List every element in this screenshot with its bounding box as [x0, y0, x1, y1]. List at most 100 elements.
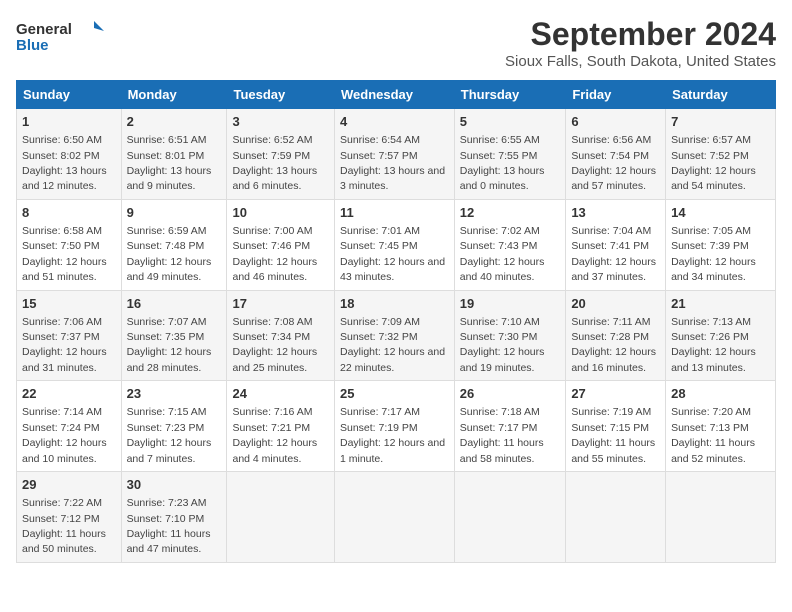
day-number: 19	[460, 295, 561, 313]
day-number: 17	[232, 295, 329, 313]
day-info: Sunrise: 7:14 AMSunset: 7:24 PMDaylight:…	[22, 406, 107, 464]
day-number: 30	[127, 476, 222, 494]
table-row: 28 Sunrise: 7:20 AMSunset: 7:13 PMDaylig…	[666, 381, 776, 472]
day-number: 29	[22, 476, 116, 494]
day-info: Sunrise: 7:02 AMSunset: 7:43 PMDaylight:…	[460, 225, 545, 283]
table-row: 20 Sunrise: 7:11 AMSunset: 7:28 PMDaylig…	[566, 290, 666, 381]
day-number: 21	[671, 295, 770, 313]
header: General Blue September 2024 Sioux Falls,…	[16, 16, 776, 70]
svg-text:Blue: Blue	[16, 37, 49, 54]
header-wednesday: Wednesday	[334, 81, 454, 109]
day-info: Sunrise: 7:08 AMSunset: 7:34 PMDaylight:…	[232, 316, 317, 374]
table-row: 11 Sunrise: 7:01 AMSunset: 7:45 PMDaylig…	[334, 199, 454, 290]
day-info: Sunrise: 7:10 AMSunset: 7:30 PMDaylight:…	[460, 316, 545, 374]
day-number: 22	[22, 385, 116, 403]
day-info: Sunrise: 7:07 AMSunset: 7:35 PMDaylight:…	[127, 316, 212, 374]
day-number: 14	[671, 204, 770, 222]
day-number: 6	[571, 113, 660, 131]
table-row: 18 Sunrise: 7:09 AMSunset: 7:32 PMDaylig…	[334, 290, 454, 381]
day-number: 18	[340, 295, 449, 313]
table-row: 26 Sunrise: 7:18 AMSunset: 7:17 PMDaylig…	[454, 381, 566, 472]
table-row: 23 Sunrise: 7:15 AMSunset: 7:23 PMDaylig…	[121, 381, 227, 472]
day-number: 9	[127, 204, 222, 222]
logo: General Blue	[16, 16, 106, 56]
day-number: 8	[22, 204, 116, 222]
day-number: 28	[671, 385, 770, 403]
day-info: Sunrise: 7:17 AMSunset: 7:19 PMDaylight:…	[340, 406, 445, 464]
title-area: September 2024 Sioux Falls, South Dakota…	[505, 16, 776, 70]
table-row: 12 Sunrise: 7:02 AMSunset: 7:43 PMDaylig…	[454, 199, 566, 290]
table-row	[227, 472, 335, 563]
day-number: 1	[22, 113, 116, 131]
header-tuesday: Tuesday	[227, 81, 335, 109]
table-row: 30 Sunrise: 7:23 AMSunset: 7:10 PMDaylig…	[121, 472, 227, 563]
table-row: 16 Sunrise: 7:07 AMSunset: 7:35 PMDaylig…	[121, 290, 227, 381]
table-row	[454, 472, 566, 563]
day-info: Sunrise: 7:11 AMSunset: 7:28 PMDaylight:…	[571, 316, 656, 374]
table-row: 27 Sunrise: 7:19 AMSunset: 7:15 PMDaylig…	[566, 381, 666, 472]
day-info: Sunrise: 6:59 AMSunset: 7:48 PMDaylight:…	[127, 225, 212, 283]
day-info: Sunrise: 7:00 AMSunset: 7:46 PMDaylight:…	[232, 225, 317, 283]
table-row: 7 Sunrise: 6:57 AMSunset: 7:52 PMDayligh…	[666, 109, 776, 200]
page-subtitle: Sioux Falls, South Dakota, United States	[505, 53, 776, 70]
table-row: 24 Sunrise: 7:16 AMSunset: 7:21 PMDaylig…	[227, 381, 335, 472]
day-info: Sunrise: 7:16 AMSunset: 7:21 PMDaylight:…	[232, 406, 317, 464]
day-info: Sunrise: 6:50 AMSunset: 8:02 PMDaylight:…	[22, 134, 107, 192]
table-row: 2 Sunrise: 6:51 AMSunset: 8:01 PMDayligh…	[121, 109, 227, 200]
table-row: 14 Sunrise: 7:05 AMSunset: 7:39 PMDaylig…	[666, 199, 776, 290]
day-number: 12	[460, 204, 561, 222]
table-row: 5 Sunrise: 6:55 AMSunset: 7:55 PMDayligh…	[454, 109, 566, 200]
day-info: Sunrise: 6:55 AMSunset: 7:55 PMDaylight:…	[460, 134, 545, 192]
day-number: 15	[22, 295, 116, 313]
day-info: Sunrise: 6:57 AMSunset: 7:52 PMDaylight:…	[671, 134, 756, 192]
table-row: 15 Sunrise: 7:06 AMSunset: 7:37 PMDaylig…	[17, 290, 122, 381]
day-info: Sunrise: 7:19 AMSunset: 7:15 PMDaylight:…	[571, 406, 655, 464]
day-info: Sunrise: 7:22 AMSunset: 7:12 PMDaylight:…	[22, 497, 106, 555]
table-row: 1 Sunrise: 6:50 AMSunset: 8:02 PMDayligh…	[17, 109, 122, 200]
header-thursday: Thursday	[454, 81, 566, 109]
calendar-header-row: Sunday Monday Tuesday Wednesday Thursday…	[17, 81, 776, 109]
header-saturday: Saturday	[666, 81, 776, 109]
day-info: Sunrise: 6:52 AMSunset: 7:59 PMDaylight:…	[232, 134, 317, 192]
calendar-week-row: 1 Sunrise: 6:50 AMSunset: 8:02 PMDayligh…	[17, 109, 776, 200]
table-row: 9 Sunrise: 6:59 AMSunset: 7:48 PMDayligh…	[121, 199, 227, 290]
table-row: 19 Sunrise: 7:10 AMSunset: 7:30 PMDaylig…	[454, 290, 566, 381]
calendar-week-row: 15 Sunrise: 7:06 AMSunset: 7:37 PMDaylig…	[17, 290, 776, 381]
day-number: 3	[232, 113, 329, 131]
table-row	[566, 472, 666, 563]
table-row: 10 Sunrise: 7:00 AMSunset: 7:46 PMDaylig…	[227, 199, 335, 290]
day-number: 24	[232, 385, 329, 403]
table-row: 29 Sunrise: 7:22 AMSunset: 7:12 PMDaylig…	[17, 472, 122, 563]
table-row: 8 Sunrise: 6:58 AMSunset: 7:50 PMDayligh…	[17, 199, 122, 290]
day-number: 27	[571, 385, 660, 403]
day-number: 2	[127, 113, 222, 131]
day-info: Sunrise: 7:04 AMSunset: 7:41 PMDaylight:…	[571, 225, 656, 283]
table-row: 22 Sunrise: 7:14 AMSunset: 7:24 PMDaylig…	[17, 381, 122, 472]
day-number: 11	[340, 204, 449, 222]
day-info: Sunrise: 6:51 AMSunset: 8:01 PMDaylight:…	[127, 134, 212, 192]
table-row: 6 Sunrise: 6:56 AMSunset: 7:54 PMDayligh…	[566, 109, 666, 200]
calendar-table: Sunday Monday Tuesday Wednesday Thursday…	[16, 80, 776, 563]
day-number: 23	[127, 385, 222, 403]
table-row: 4 Sunrise: 6:54 AMSunset: 7:57 PMDayligh…	[334, 109, 454, 200]
day-number: 20	[571, 295, 660, 313]
day-number: 5	[460, 113, 561, 131]
table-row: 13 Sunrise: 7:04 AMSunset: 7:41 PMDaylig…	[566, 199, 666, 290]
header-sunday: Sunday	[17, 81, 122, 109]
day-info: Sunrise: 7:01 AMSunset: 7:45 PMDaylight:…	[340, 225, 445, 283]
day-info: Sunrise: 7:09 AMSunset: 7:32 PMDaylight:…	[340, 316, 445, 374]
day-info: Sunrise: 7:15 AMSunset: 7:23 PMDaylight:…	[127, 406, 212, 464]
table-row: 17 Sunrise: 7:08 AMSunset: 7:34 PMDaylig…	[227, 290, 335, 381]
svg-text:General: General	[16, 21, 72, 38]
table-row: 3 Sunrise: 6:52 AMSunset: 7:59 PMDayligh…	[227, 109, 335, 200]
header-monday: Monday	[121, 81, 227, 109]
page-title: September 2024	[505, 16, 776, 53]
day-number: 13	[571, 204, 660, 222]
calendar-week-row: 29 Sunrise: 7:22 AMSunset: 7:12 PMDaylig…	[17, 472, 776, 563]
day-info: Sunrise: 6:56 AMSunset: 7:54 PMDaylight:…	[571, 134, 656, 192]
day-info: Sunrise: 7:05 AMSunset: 7:39 PMDaylight:…	[671, 225, 756, 283]
day-info: Sunrise: 7:23 AMSunset: 7:10 PMDaylight:…	[127, 497, 211, 555]
table-row	[666, 472, 776, 563]
header-friday: Friday	[566, 81, 666, 109]
table-row	[334, 472, 454, 563]
